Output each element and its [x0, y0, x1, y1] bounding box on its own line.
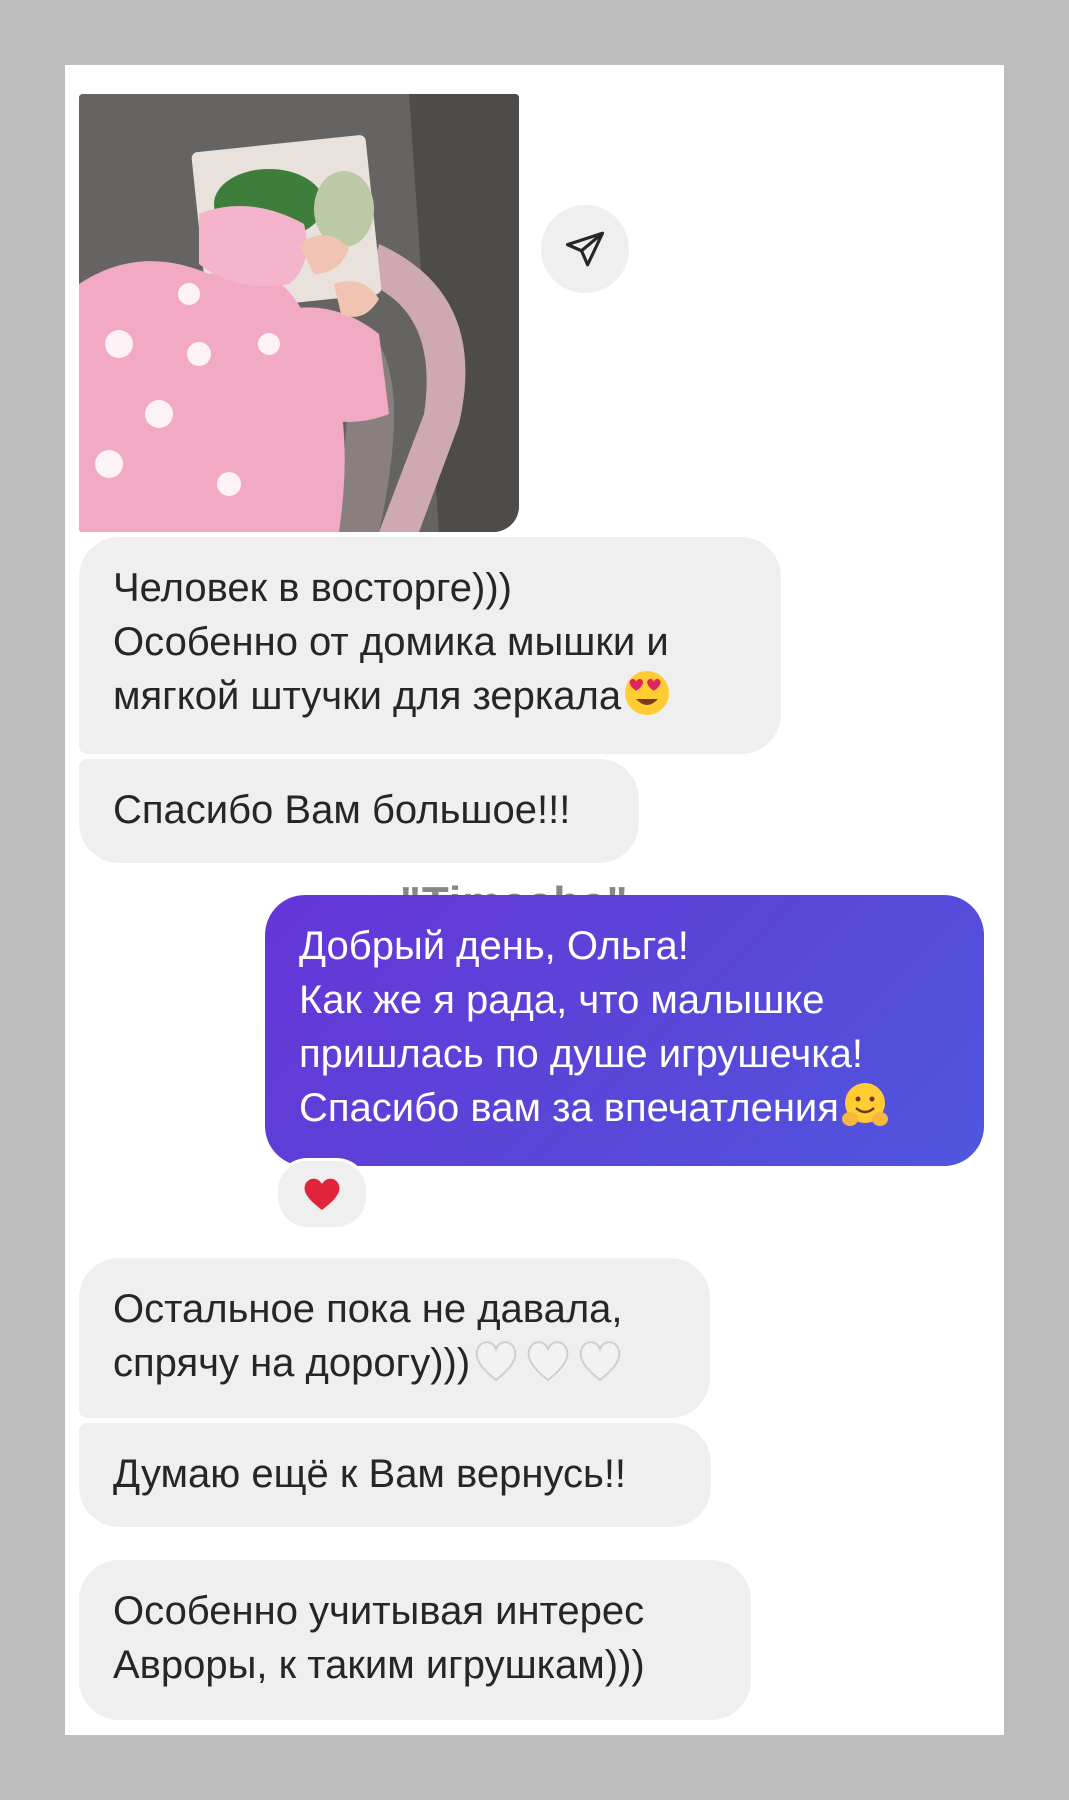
share-button[interactable]: [541, 205, 629, 293]
message-line: Особенно учитывая интерес: [113, 1589, 645, 1633]
message-line: Как же я рада, что малышке: [299, 978, 825, 1022]
message-line: пришлась по душе игрушечка!: [299, 1032, 864, 1076]
message-line: Авроры, к таким игрушкам))): [113, 1643, 645, 1687]
message-line-wrapper: Спасибо вам за впечатления: [299, 1081, 950, 1135]
outgoing-message[interactable]: Добрый день, Ольга! Как же я рада, что м…: [265, 895, 984, 1166]
heart-eyes-emoji-icon: [623, 669, 671, 717]
heart-reaction[interactable]: [275, 1158, 369, 1230]
conversation: Человек в восторге))) Особенно от домика…: [65, 65, 1004, 1735]
paper-plane-icon: [565, 231, 605, 267]
chat-frame: Человек в восторге))) Особенно от домика…: [65, 65, 1004, 1735]
photo-image: [79, 94, 519, 532]
hugging-face-emoji-icon: [841, 1081, 889, 1129]
incoming-message[interactable]: Остальное пока не давала, спрячу на доро…: [79, 1258, 710, 1418]
incoming-message[interactable]: Думаю ещё к Вам вернусь!!: [79, 1423, 711, 1527]
message-line: Остальное пока не давала,: [113, 1287, 623, 1331]
message-line-wrapper: мягкой штучки для зеркала: [113, 669, 747, 723]
heart-icon: [304, 1178, 340, 1210]
message-line: Особенно от домика мышки и: [113, 620, 669, 664]
incoming-message[interactable]: Спасибо Вам большое!!!: [79, 759, 639, 863]
message-line-wrapper: спрячу на дорогу))): [113, 1336, 676, 1390]
photo-attachment[interactable]: [79, 94, 519, 532]
message-line: Думаю ещё к Вам вернусь!!: [113, 1452, 627, 1496]
white-heart-emoji-icon: [472, 1336, 622, 1384]
incoming-message[interactable]: Человек в восторге))) Особенно от домика…: [79, 537, 781, 754]
message-line: Спасибо вам за впечатления: [299, 1086, 839, 1130]
message-line: Спасибо Вам большое!!!: [113, 788, 571, 832]
message-line: мягкой штучки для зеркала: [113, 674, 622, 718]
message-line: Человек в восторге))): [113, 566, 512, 610]
message-line: Добрый день, Ольга!: [299, 924, 689, 968]
incoming-message[interactable]: Особенно учитывая интерес Авроры, к таки…: [79, 1560, 751, 1720]
message-line: спрячу на дорогу))): [113, 1341, 471, 1385]
